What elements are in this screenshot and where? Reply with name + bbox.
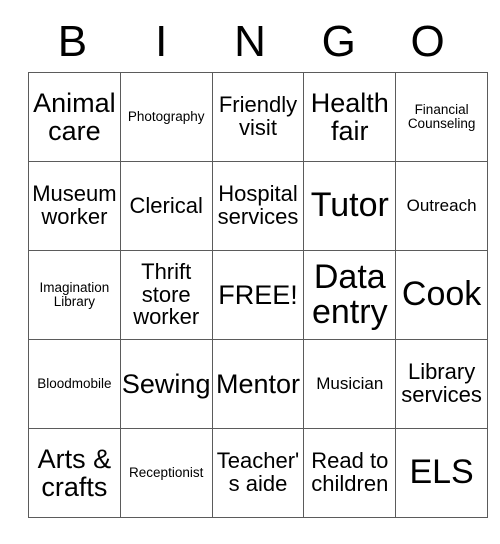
header-letter-o: O — [410, 17, 445, 66]
bingo-cell-free[interactable]: FREE! — [211, 250, 305, 340]
bingo-row: Animal care Photography Friendly visit H… — [28, 72, 488, 162]
bingo-grid: Animal care Photography Friendly visit H… — [28, 72, 488, 518]
bingo-header: B I N G O — [28, 12, 472, 72]
bingo-cell[interactable]: Arts & crafts — [28, 428, 121, 518]
header-letter-g: G — [321, 17, 356, 66]
bingo-cell[interactable]: Health fair — [303, 72, 397, 162]
bingo-cell[interactable]: Outreach — [395, 161, 488, 251]
bingo-row: Imagination Library Thrift store worker … — [28, 250, 488, 340]
bingo-cell[interactable]: Sewing — [119, 339, 213, 429]
bingo-cell[interactable]: Hospital services — [211, 161, 305, 251]
bingo-cell[interactable]: Data entry — [303, 250, 397, 340]
bingo-cell[interactable]: Mentor — [211, 339, 305, 429]
bingo-cell[interactable]: Photography — [119, 72, 213, 162]
bingo-cell[interactable]: Museum worker — [28, 161, 121, 251]
bingo-cell[interactable]: Friendly visit — [211, 72, 305, 162]
header-letter-i: I — [155, 17, 168, 66]
bingo-cell[interactable]: Cook — [395, 250, 488, 340]
bingo-cell[interactable]: Financial Counseling — [395, 72, 488, 162]
bingo-cell[interactable]: Animal care — [28, 72, 121, 162]
bingo-row: Museum worker Clerical Hospital services… — [28, 161, 488, 251]
bingo-cell[interactable]: Receptionist — [119, 428, 213, 518]
bingo-cell[interactable]: Imagination Library — [28, 250, 121, 340]
bingo-cell[interactable]: ELS — [395, 428, 488, 518]
bingo-cell[interactable]: Read to children — [303, 428, 397, 518]
bingo-cell[interactable]: Musician — [303, 339, 397, 429]
bingo-grid-body: Animal care Photography Friendly visit H… — [28, 72, 488, 518]
bingo-card: B I N G O Animal care Photography Friend… — [28, 12, 488, 518]
bingo-cell[interactable]: Library services — [395, 339, 488, 429]
header-letter-n: N — [234, 17, 266, 66]
bingo-cell[interactable]: Clerical — [119, 161, 213, 251]
bingo-cell[interactable]: Tutor — [303, 161, 397, 251]
header-letter-b: B — [57, 17, 88, 66]
bingo-cell[interactable]: Thrift store worker — [119, 250, 213, 340]
bingo-row: Arts & crafts Receptionist Teacher's aid… — [28, 428, 488, 518]
bingo-cell[interactable]: Bloodmobile — [28, 339, 121, 429]
bingo-row: Bloodmobile Sewing Mentor Musician Libra… — [28, 339, 488, 429]
bingo-cell[interactable]: Teacher's aide — [211, 428, 305, 518]
